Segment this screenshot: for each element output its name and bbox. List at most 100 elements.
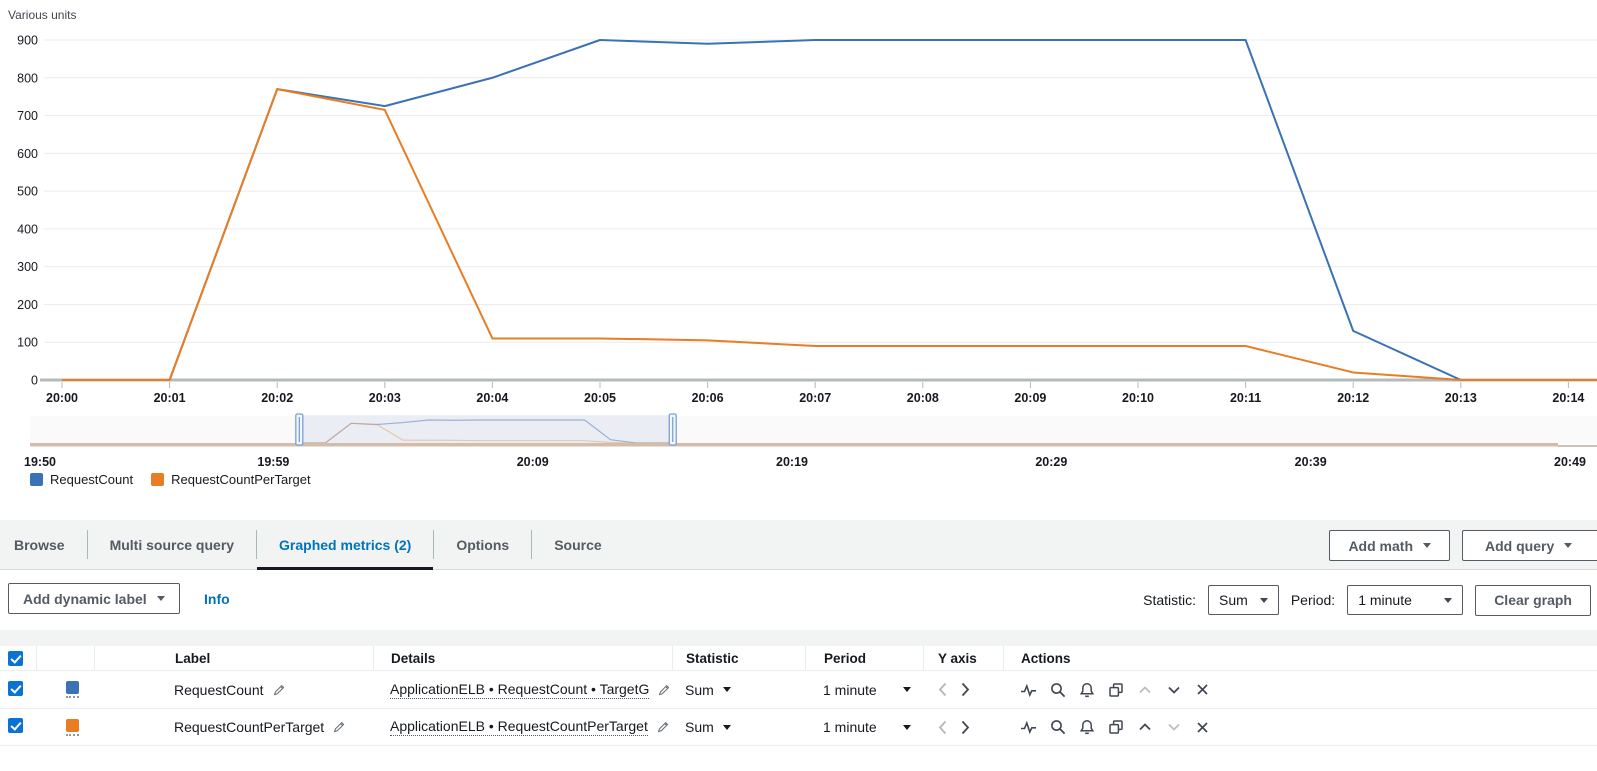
svg-text:900: 900 bbox=[17, 34, 38, 48]
chevron-down-icon bbox=[723, 725, 731, 730]
svg-text:20:05: 20:05 bbox=[584, 391, 616, 405]
details-column-header: Details bbox=[373, 646, 672, 670]
metrics-line-chart[interactable]: 010020030040050060070080090020:0020:0120… bbox=[0, 0, 1597, 406]
search-icon[interactable] bbox=[1050, 719, 1066, 735]
svg-text:20:09: 20:09 bbox=[517, 455, 549, 469]
yaxis-right-icon[interactable] bbox=[959, 719, 971, 736]
statistic-column-header: Statistic bbox=[672, 646, 805, 670]
chevron-down-icon bbox=[723, 687, 731, 692]
legend-label: RequestCountPerTarget bbox=[171, 472, 310, 487]
svg-text:20:03: 20:03 bbox=[369, 391, 401, 405]
metric-row-requestcount: RequestCount ApplicationELB • RequestCou… bbox=[0, 670, 1597, 708]
svg-text:20:02: 20:02 bbox=[261, 391, 293, 405]
edit-pencil-icon[interactable] bbox=[657, 683, 671, 697]
svg-text:20:49: 20:49 bbox=[1554, 455, 1586, 469]
metrics-panel: Browse Multi source query Graphed metric… bbox=[0, 520, 1597, 771]
svg-text:19:59: 19:59 bbox=[257, 455, 289, 469]
svg-text:500: 500 bbox=[17, 185, 38, 199]
svg-text:20:10: 20:10 bbox=[1122, 391, 1154, 405]
legend-item-requestcountpertarget[interactable]: RequestCountPerTarget bbox=[151, 472, 310, 487]
duplicate-icon[interactable] bbox=[1108, 719, 1124, 735]
timeline-brush[interactable]: 19:5019:5920:0920:1920:2920:3920:49 bbox=[0, 410, 1597, 472]
alarm-bell-icon[interactable] bbox=[1079, 719, 1095, 735]
svg-text:20:29: 20:29 bbox=[1035, 455, 1067, 469]
graph-this-metric-icon[interactable] bbox=[1020, 682, 1037, 698]
row-period-dropdown[interactable]: 1 minute bbox=[805, 682, 923, 698]
svg-text:20:01: 20:01 bbox=[154, 391, 186, 405]
legend-label: RequestCount bbox=[50, 472, 133, 487]
svg-text:20:09: 20:09 bbox=[1014, 391, 1046, 405]
legend-item-requestcount[interactable]: RequestCount bbox=[30, 472, 133, 487]
svg-text:100: 100 bbox=[17, 336, 38, 350]
edit-pencil-icon[interactable] bbox=[656, 720, 670, 734]
legend-swatch-orange bbox=[151, 473, 164, 486]
edit-pencil-icon[interactable] bbox=[332, 720, 346, 734]
chevron-down-icon bbox=[1260, 598, 1268, 603]
row-checkbox[interactable] bbox=[8, 681, 23, 696]
row-statistic-dropdown[interactable]: Sum bbox=[672, 719, 805, 735]
chevron-down-icon bbox=[903, 687, 911, 692]
chart-legend: RequestCount RequestCountPerTarget bbox=[30, 472, 311, 487]
move-down-icon[interactable] bbox=[1166, 719, 1182, 735]
metric-details[interactable]: ApplicationELB • RequestCount • TargetG bbox=[390, 681, 649, 699]
move-down-icon[interactable] bbox=[1166, 682, 1182, 698]
svg-text:20:04: 20:04 bbox=[476, 391, 508, 405]
svg-text:20:19: 20:19 bbox=[776, 455, 808, 469]
period-select[interactable]: 1 minute bbox=[1347, 585, 1463, 615]
metric-label: RequestCount bbox=[174, 682, 264, 698]
row-statistic-dropdown[interactable]: Sum bbox=[672, 682, 805, 698]
svg-text:20:00: 20:00 bbox=[46, 391, 78, 405]
yaxis-right-icon[interactable] bbox=[959, 681, 971, 698]
table-top-strip bbox=[0, 630, 1597, 646]
metric-color-swatch bbox=[66, 681, 79, 694]
tab-options[interactable]: Options bbox=[433, 520, 531, 569]
svg-text:20:39: 20:39 bbox=[1295, 455, 1327, 469]
row-checkbox[interactable] bbox=[8, 718, 23, 733]
move-up-icon[interactable] bbox=[1137, 719, 1153, 735]
svg-text:700: 700 bbox=[17, 109, 38, 123]
metric-details[interactable]: ApplicationELB • RequestCountPerTarget bbox=[390, 718, 648, 736]
metric-color-swatch bbox=[66, 719, 79, 732]
info-link[interactable]: Info bbox=[204, 591, 230, 607]
metrics-toolbar: Add dynamic label Info Statistic: Sum Pe… bbox=[0, 570, 1597, 630]
remove-metric-icon[interactable] bbox=[1195, 682, 1210, 697]
actions-column-header: Actions bbox=[1003, 646, 1597, 670]
edit-pencil-icon[interactable] bbox=[272, 683, 286, 697]
svg-text:300: 300 bbox=[17, 260, 38, 274]
select-all-checkbox[interactable] bbox=[8, 651, 23, 666]
tab-multi-source-query[interactable]: Multi source query bbox=[87, 520, 256, 569]
add-math-button[interactable]: Add math bbox=[1329, 530, 1450, 561]
graph-this-metric-icon[interactable] bbox=[1020, 719, 1037, 735]
yaxis-left-icon[interactable] bbox=[937, 719, 949, 736]
add-query-button[interactable]: Add query bbox=[1462, 530, 1597, 561]
add-dynamic-label-button[interactable]: Add dynamic label bbox=[8, 583, 180, 614]
svg-text:20:13: 20:13 bbox=[1445, 391, 1477, 405]
yaxis-left-icon[interactable] bbox=[937, 681, 949, 698]
svg-text:20:08: 20:08 bbox=[907, 391, 939, 405]
metric-color-picker[interactable] bbox=[50, 719, 94, 736]
svg-text:400: 400 bbox=[17, 222, 38, 236]
row-period-dropdown[interactable]: 1 minute bbox=[805, 719, 923, 735]
metric-color-picker[interactable] bbox=[50, 681, 94, 698]
tab-bar: Browse Multi source query Graphed metric… bbox=[0, 520, 1597, 570]
move-up-icon[interactable] bbox=[1137, 682, 1153, 698]
graphed-metrics-table: Label Details Statistic Period Y axis Ac… bbox=[0, 646, 1597, 746]
svg-text:20:07: 20:07 bbox=[799, 391, 831, 405]
tab-browse[interactable]: Browse bbox=[12, 520, 87, 569]
svg-text:200: 200 bbox=[17, 298, 38, 312]
svg-text:20:11: 20:11 bbox=[1230, 391, 1261, 405]
duplicate-icon[interactable] bbox=[1108, 682, 1124, 698]
metric-row-requestcountpertarget: RequestCountPerTarget ApplicationELB • R… bbox=[0, 708, 1597, 746]
yaxis-column-header: Y axis bbox=[923, 646, 1003, 670]
color-column-header bbox=[36, 646, 94, 670]
remove-metric-icon[interactable] bbox=[1195, 720, 1210, 735]
svg-text:800: 800 bbox=[17, 71, 38, 85]
period-column-header: Period bbox=[805, 646, 923, 670]
tab-graphed-metrics[interactable]: Graphed metrics (2) bbox=[256, 520, 433, 569]
alarm-bell-icon[interactable] bbox=[1079, 682, 1095, 698]
search-icon[interactable] bbox=[1050, 682, 1066, 698]
metric-label: RequestCountPerTarget bbox=[174, 719, 324, 735]
statistic-select[interactable]: Sum bbox=[1208, 585, 1279, 615]
tab-source[interactable]: Source bbox=[531, 520, 623, 569]
clear-graph-button[interactable]: Clear graph bbox=[1475, 585, 1591, 616]
